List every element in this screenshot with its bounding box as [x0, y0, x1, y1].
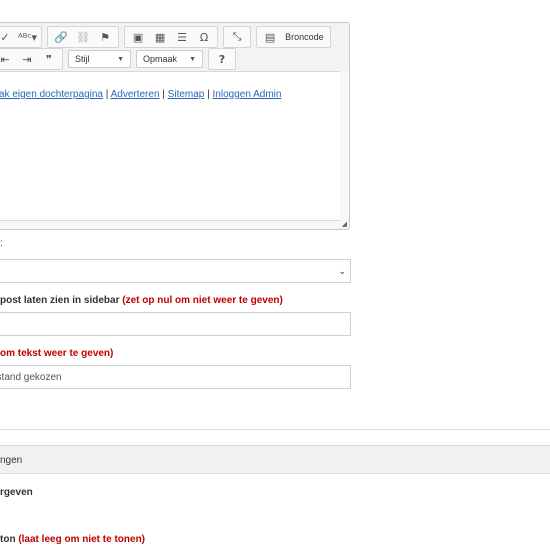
help-group: ? — [208, 48, 236, 70]
link-group: 🔗 ⛓ ⚑ — [47, 26, 120, 48]
special-char-icon[interactable]: Ω — [193, 28, 215, 46]
file-status: estand gekozen — [0, 371, 62, 383]
anchor-flag-icon[interactable]: ⚑ — [94, 28, 116, 46]
indent-group: ⇤ ⇥ ❞ — [0, 48, 63, 70]
sidebar-count-label-text: post laten zien in sidebar — [0, 295, 123, 306]
sidebar-count-label: post laten zien in sidebar (zet op nul o… — [0, 295, 283, 306]
indent-icon[interactable]: ⇥ — [16, 50, 38, 68]
category-select[interactable]: ⌄ — [0, 259, 351, 283]
section-title: ngen — [0, 455, 23, 466]
button-label-text: ton — [0, 534, 19, 545]
spellcheck-group: ✓ ᴬᴮᶜ▾ — [0, 26, 43, 48]
text-label: om tekst weer te geven) — [0, 348, 113, 359]
link-separator: | — [102, 89, 111, 100]
chevron-down-icon: ▼ — [189, 55, 196, 63]
link-icon[interactable]: 🔗 — [50, 28, 72, 46]
file-input[interactable]: estand gekozen — [0, 365, 351, 389]
resize-handle-icon[interactable]: ◢ — [342, 220, 347, 228]
format-combo[interactable]: Opmaak ▼ — [136, 50, 203, 68]
blockquote-icon[interactable]: ❞ — [38, 50, 60, 68]
style-combo[interactable]: Stijl ▼ — [68, 50, 131, 68]
image-icon[interactable]: ▣ — [127, 28, 149, 46]
toolbar-row-2: ⇤ ⇥ ❞ Stijl ▼ Opmaak ▼ ? — [0, 48, 241, 70]
text-hint: om tekst weer te geven) — [0, 348, 114, 359]
spellcheck-icon[interactable]: ᴬᴮᶜ▾ — [16, 28, 39, 46]
unlink-icon[interactable]: ⛓ — [72, 28, 94, 46]
sidebar-count-hint: (zet op nul om niet weer te geven) — [122, 295, 283, 306]
insert-group: ▣ ▦ ☰ Ω — [124, 26, 219, 48]
link-adverteren[interactable]: Adverteren — [111, 89, 160, 100]
link-sitemap[interactable]: Sitemap — [168, 89, 205, 100]
source-icon: ▤ — [264, 30, 276, 44]
section-header[interactable]: ngen — [0, 445, 550, 474]
check-icon[interactable]: ✓ — [0, 28, 16, 46]
format-combo-label: Opmaak — [143, 54, 178, 64]
maximize-icon[interactable]: ⤡ — [226, 28, 248, 46]
editor-toolbar: ✓ ᴬᴮᶜ▾ 🔗 ⛓ ⚑ ▣ ▦ ☰ Ω ⤡ ▤ Broncode ⇤ ⇥ ❞ … — [0, 23, 349, 71]
link-separator: | — [204, 89, 213, 100]
style-combo-label: Stijl — [75, 54, 90, 64]
toolbar-row-1: ✓ ᴬᴮᶜ▾ 🔗 ⛓ ⚑ ▣ ▦ ☰ Ω ⤡ ▤ Broncode — [0, 26, 336, 48]
rich-text-editor: ✓ ᴬᴮᶜ▾ 🔗 ⛓ ⚑ ▣ ▦ ☰ Ω ⤡ ▤ Broncode ⇤ ⇥ ❞ … — [0, 22, 350, 230]
help-icon[interactable]: ? — [211, 50, 233, 68]
link-inloggen-admin[interactable]: Inloggen Admin — [213, 89, 282, 100]
footer-links: ak eigen dochterpagina | Adverteren | Si… — [0, 89, 281, 100]
select-label: : — [0, 238, 3, 249]
table-icon[interactable]: ▦ — [149, 28, 171, 46]
editor-content[interactable]: ak eigen dochterpagina | Adverteren | Si… — [0, 71, 340, 221]
chevron-down-icon: ⌄ — [338, 265, 346, 276]
button-label: ton (laat leeg om niet te tonen) — [0, 534, 145, 545]
source-label: Broncode — [285, 32, 324, 42]
link-dochterpagina[interactable]: ak eigen dochterpagina — [0, 89, 103, 100]
link-separator: | — [159, 89, 168, 100]
source-button[interactable]: ▤ Broncode — [256, 26, 331, 48]
maximize-group: ⤡ — [223, 26, 252, 48]
section-divider — [0, 429, 550, 430]
chevron-down-icon: ▼ — [117, 55, 124, 63]
outdent-icon[interactable]: ⇤ — [0, 50, 16, 68]
sidebar-count-input[interactable] — [0, 312, 351, 336]
weergeven-label: rgeven — [0, 487, 33, 498]
button-label-hint: (laat leeg om niet te tonen) — [18, 534, 146, 545]
horizontal-line-icon[interactable]: ☰ — [171, 28, 193, 46]
